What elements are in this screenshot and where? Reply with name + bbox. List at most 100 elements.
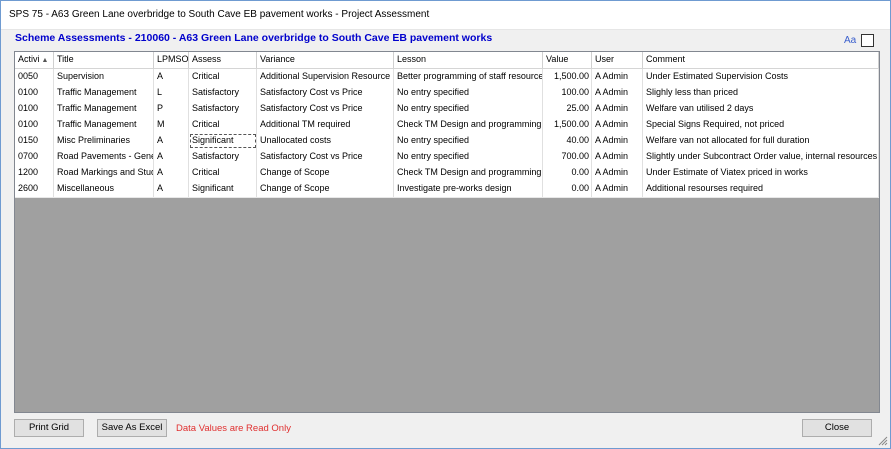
cell-lesson[interactable]: No entry specified: [394, 85, 543, 101]
cell-activity[interactable]: 0100: [15, 117, 54, 133]
cell-lpmso[interactable]: A: [154, 133, 189, 149]
cell-assess[interactable]: Critical: [189, 69, 257, 85]
cell-variance[interactable]: Satisfactory Cost vs Price: [257, 101, 394, 117]
cell-comment[interactable]: Slighly less than priced: [643, 85, 879, 101]
cell-lesson[interactable]: Check TM Design and programming: [394, 117, 543, 133]
cell-value[interactable]: 25.00: [543, 101, 592, 117]
cell-variance[interactable]: Additional Supervision Resource: [257, 69, 394, 85]
cell-lpmso[interactable]: A: [154, 165, 189, 181]
cell-lpmso[interactable]: M: [154, 117, 189, 133]
table-row[interactable]: 2600 Miscellaneous A Significant Change of S…: [15, 181, 879, 198]
column-header-assess[interactable]: Assess: [189, 52, 257, 68]
read-only-status: Data Values are Read Only: [176, 423, 291, 434]
cell-user[interactable]: A Admin: [592, 85, 643, 101]
table-row[interactable]: 0100 Traffic Management P Satisfactory Satis…: [15, 101, 879, 118]
cell-value[interactable]: 1,500.00: [543, 117, 592, 133]
cell-value[interactable]: 0.00: [543, 165, 592, 181]
cell-variance[interactable]: Change of Scope: [257, 181, 394, 197]
grid-header: Activi ▲ Title LPMSO Assess Variance Less…: [15, 52, 879, 69]
cell-user[interactable]: A Admin: [592, 133, 643, 149]
table-row[interactable]: 0700Road Pavements - GeneralASatisfactor…: [15, 149, 879, 166]
column-header-lpmso[interactable]: LPMSO: [154, 52, 189, 68]
cell-lpmso[interactable]: P: [154, 101, 189, 117]
table-row[interactable]: 0100 Traffic Management L Satisfactory Satis…: [15, 85, 879, 102]
cell-assess[interactable]: Critical: [189, 165, 257, 181]
table-row[interactable]: 0150 Misc Preliminaries A Significant Unallo…: [15, 133, 879, 150]
cell-comment[interactable]: Slightly under Subcontract Order value, …: [643, 149, 879, 165]
window-title: SPS 75 - A63 Green Lane overbridge to So…: [9, 9, 430, 20]
cell-user[interactable]: A Admin: [592, 101, 643, 117]
table-row[interactable]: 0100 Traffic Management M Critical Additiona…: [15, 117, 879, 134]
cell-value[interactable]: 1,500.00: [543, 69, 592, 85]
cell-lesson[interactable]: Better programming of staff resource: [394, 69, 543, 85]
cell-value[interactable]: 40.00: [543, 133, 592, 149]
title-bar[interactable]: SPS 75 - A63 Green Lane overbridge to So…: [1, 1, 890, 30]
cell-lpmso[interactable]: A: [154, 181, 189, 197]
cell-user[interactable]: A Admin: [592, 181, 643, 197]
cell-lesson[interactable]: Investigate pre-works design: [394, 181, 543, 197]
cell-lpmso[interactable]: A: [154, 69, 189, 85]
cell-lesson[interactable]: No entry specified: [394, 133, 543, 149]
cell-assess[interactable]: Satisfactory: [189, 85, 257, 101]
cell-lpmso[interactable]: L: [154, 85, 189, 101]
font-toggle-checkbox[interactable]: [861, 34, 874, 47]
cell-user[interactable]: A Admin: [592, 69, 643, 85]
cell-user[interactable]: A Admin: [592, 149, 643, 165]
cell-comment[interactable]: Under Estimate of Viatex priced in works: [643, 165, 879, 181]
cell-activity[interactable]: 0150: [15, 133, 54, 149]
cell-variance[interactable]: Additional TM required: [257, 117, 394, 133]
cell-comment[interactable]: Welfare van utilised 2 days: [643, 101, 879, 117]
cell-comment[interactable]: Under Estimated Supervision Costs: [643, 69, 879, 85]
cell-title[interactable]: Road Pavements - General: [54, 149, 154, 165]
cell-assess[interactable]: Satisfactory: [189, 149, 257, 165]
cell-assess[interactable]: Significant: [189, 181, 257, 197]
print-grid-button[interactable]: Print Grid: [14, 419, 84, 437]
cell-comment[interactable]: Additional resourses required: [643, 181, 879, 197]
cell-lpmso[interactable]: A: [154, 149, 189, 165]
save-as-excel-button[interactable]: Save As Excel: [97, 419, 167, 437]
column-header-title[interactable]: Title: [54, 52, 154, 68]
table-row[interactable]: 1200 Road Markings and Studs A Critical Chan…: [15, 165, 879, 182]
column-header-user[interactable]: User: [592, 52, 643, 68]
cell-assess[interactable]: Critical: [189, 117, 257, 133]
cell-activity[interactable]: 0700: [15, 149, 54, 165]
cell-title[interactable]: Miscellaneous: [54, 181, 154, 197]
column-header-lesson[interactable]: Lesson: [394, 52, 543, 68]
cell-title[interactable]: Traffic Management: [54, 85, 154, 101]
cell-comment[interactable]: Special Signs Required, not priced: [643, 117, 879, 133]
cell-lesson[interactable]: No entry specified: [394, 101, 543, 117]
resize-grip-icon[interactable]: [878, 436, 888, 446]
cell-assess[interactable]: Satisfactory: [189, 101, 257, 117]
column-header-comment[interactable]: Comment: [643, 52, 879, 68]
close-button[interactable]: Close: [802, 419, 872, 437]
cell-variance[interactable]: Satisfactory Cost vs Price: [257, 85, 394, 101]
cell-comment[interactable]: Welfare van not allocated for full durat…: [643, 133, 879, 149]
cell-title[interactable]: Road Markings and Studs: [54, 165, 154, 181]
table-row[interactable]: 0050 Supervision A Critical Additional Super…: [15, 69, 879, 86]
cell-value[interactable]: 100.00: [543, 85, 592, 101]
cell-variance[interactable]: Change of Scope: [257, 165, 394, 181]
cell-user[interactable]: A Admin: [592, 117, 643, 133]
cell-assess[interactable]: Significant: [189, 133, 257, 149]
column-header-value[interactable]: Value: [543, 52, 592, 68]
cell-lesson[interactable]: No entry specified: [394, 149, 543, 165]
cell-variance[interactable]: Satisfactory Cost vs Price: [257, 149, 394, 165]
cell-title[interactable]: Misc Preliminaries: [54, 133, 154, 149]
scheme-heading: Scheme Assessments - 210060 - A63 Green …: [15, 32, 493, 44]
cell-activity[interactable]: 2600: [15, 181, 54, 197]
cell-lesson[interactable]: Check TM Design and programming: [394, 165, 543, 181]
cell-activity[interactable]: 0100: [15, 85, 54, 101]
assessment-grid[interactable]: Activi ▲ Title LPMSO Assess Variance Less…: [14, 51, 880, 413]
column-header-activity[interactable]: Activi ▲: [15, 52, 54, 68]
cell-variance[interactable]: Unallocated costs: [257, 133, 394, 149]
cell-title[interactable]: Supervision: [54, 69, 154, 85]
cell-user[interactable]: A Admin: [592, 165, 643, 181]
column-header-variance[interactable]: Variance: [257, 52, 394, 68]
cell-title[interactable]: Traffic Management: [54, 101, 154, 117]
cell-activity[interactable]: 0100: [15, 101, 54, 117]
cell-value[interactable]: 700.00: [543, 149, 592, 165]
cell-value[interactable]: 0.00: [543, 181, 592, 197]
cell-title[interactable]: Traffic Management: [54, 117, 154, 133]
cell-activity[interactable]: 0050: [15, 69, 54, 85]
cell-activity[interactable]: 1200: [15, 165, 54, 181]
